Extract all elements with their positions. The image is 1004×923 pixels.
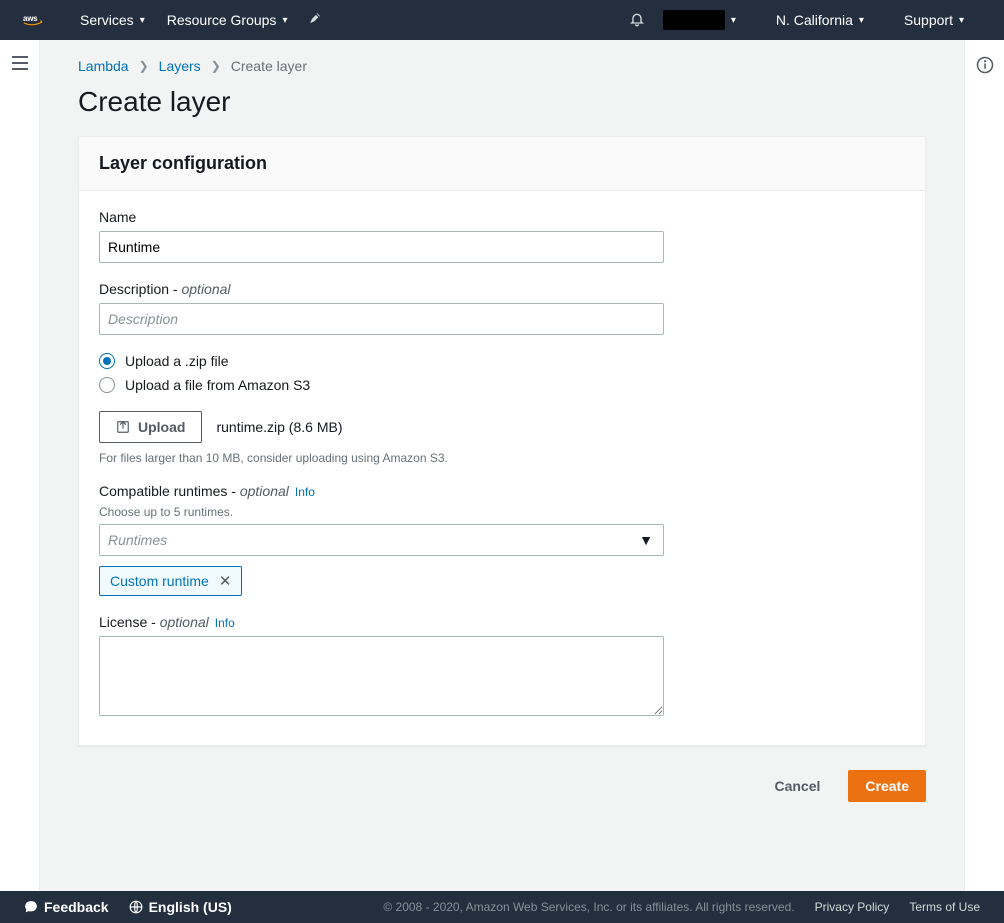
nav-support[interactable]: Support ▾ <box>904 12 964 28</box>
caret-down-icon: ▾ <box>859 15 864 26</box>
form-actions: Cancel Create <box>78 770 926 802</box>
cancel-button[interactable]: Cancel <box>758 770 836 802</box>
remove-tag-icon[interactable]: ✕ <box>219 572 232 590</box>
radio-upload-zip[interactable]: Upload a .zip file <box>99 353 664 369</box>
layer-config-panel: Layer configuration Name Description - o… <box>78 136 926 746</box>
aws-logo[interactable]: aws <box>18 14 58 26</box>
runtime-tag: Custom runtime ✕ <box>99 566 242 596</box>
hamburger-icon[interactable] <box>12 56 28 891</box>
nav-services[interactable]: Services ▾ <box>80 12 145 28</box>
breadcrumb-layers[interactable]: Layers <box>159 58 201 74</box>
name-field: Name <box>99 209 664 263</box>
caret-down-icon: ▾ <box>959 15 964 26</box>
nav-support-label: Support <box>904 12 953 28</box>
breadcrumb: Lambda ❯ Layers ❯ Create layer <box>78 58 926 74</box>
privacy-link[interactable]: Privacy Policy <box>815 900 890 914</box>
license-field: License - optionalInfo <box>99 614 664 719</box>
panel-title: Layer configuration <box>99 153 905 174</box>
breadcrumb-lambda[interactable]: Lambda <box>78 58 129 74</box>
upload-hint: For files larger than 10 MB, consider up… <box>99 451 664 465</box>
radio-icon-checked <box>99 353 115 369</box>
runtimes-field: Compatible runtimes - optionalInfo Choos… <box>99 483 664 596</box>
description-field: Description - optional <box>99 281 664 335</box>
speech-bubble-icon <box>24 900 38 914</box>
name-label: Name <box>99 209 664 225</box>
runtime-tag-label: Custom runtime <box>110 573 209 589</box>
description-label: Description - optional <box>99 281 664 297</box>
radio-icon-unchecked <box>99 377 115 393</box>
caret-down-icon: ▾ <box>731 15 736 26</box>
chevron-right-icon: ❯ <box>211 59 221 73</box>
page-title: Create layer <box>78 86 926 118</box>
description-input[interactable] <box>99 303 664 335</box>
license-label: License - optionalInfo <box>99 614 664 630</box>
nav-account[interactable]: ▾ <box>663 10 736 30</box>
runtimes-desc: Choose up to 5 runtimes. <box>99 505 664 519</box>
language-selector[interactable]: English (US) <box>129 899 232 915</box>
footer: Feedback English (US) © 2008 - 2020, Ama… <box>0 891 1004 923</box>
nav-region[interactable]: N. California ▾ <box>776 12 864 28</box>
license-info-link[interactable]: Info <box>215 616 235 630</box>
content-area: Lambda ❯ Layers ❯ Create layer Create la… <box>40 40 964 891</box>
license-input[interactable] <box>99 636 664 716</box>
top-nav: aws Services ▾ Resource Groups ▾ ▾ N. Cali… <box>0 0 1004 40</box>
name-input[interactable] <box>99 231 664 263</box>
runtimes-label: Compatible runtimes - optionalInfo <box>99 483 664 499</box>
terms-link[interactable]: Terms of Use <box>909 900 980 914</box>
right-rail <box>964 40 1004 891</box>
feedback-label: Feedback <box>44 899 109 915</box>
caret-down-icon: ▾ <box>140 15 145 26</box>
account-name-redacted <box>663 10 725 30</box>
info-icon[interactable] <box>976 56 994 891</box>
radio-upload-s3[interactable]: Upload a file from Amazon S3 <box>99 377 664 393</box>
nav-resource-groups-label: Resource Groups <box>167 12 277 28</box>
nav-resource-groups[interactable]: Resource Groups ▾ <box>167 12 288 28</box>
language-label: English (US) <box>149 899 232 915</box>
upload-source-field: Upload a .zip file Upload a file from Am… <box>99 353 664 393</box>
caret-down-icon: ▾ <box>282 15 287 26</box>
upload-button[interactable]: Upload <box>99 411 202 443</box>
upload-button-label: Upload <box>138 419 185 435</box>
triangle-down-icon: ▼ <box>639 532 653 548</box>
create-button[interactable]: Create <box>848 770 926 802</box>
runtimes-select[interactable]: Runtimes ▼ <box>99 524 664 556</box>
pin-icon[interactable] <box>309 12 323 29</box>
breadcrumb-current: Create layer <box>231 58 307 74</box>
svg-text:aws: aws <box>23 14 38 23</box>
nav-region-label: N. California <box>776 12 853 28</box>
nav-services-label: Services <box>80 12 134 28</box>
uploaded-file-name: runtime.zip (8.6 MB) <box>216 419 342 435</box>
runtimes-info-link[interactable]: Info <box>295 485 315 499</box>
radio-upload-s3-label: Upload a file from Amazon S3 <box>125 377 310 393</box>
chevron-right-icon: ❯ <box>139 59 149 73</box>
runtimes-placeholder: Runtimes <box>108 532 167 548</box>
panel-header: Layer configuration <box>79 137 925 191</box>
left-rail <box>0 40 40 891</box>
radio-upload-zip-label: Upload a .zip file <box>125 353 229 369</box>
copyright: © 2008 - 2020, Amazon Web Services, Inc.… <box>383 900 794 914</box>
upload-file-field: Upload runtime.zip (8.6 MB) For files la… <box>99 411 664 465</box>
globe-icon <box>129 900 143 914</box>
feedback-link[interactable]: Feedback <box>24 899 109 915</box>
upload-icon <box>116 420 130 434</box>
bell-icon[interactable] <box>629 11 645 30</box>
